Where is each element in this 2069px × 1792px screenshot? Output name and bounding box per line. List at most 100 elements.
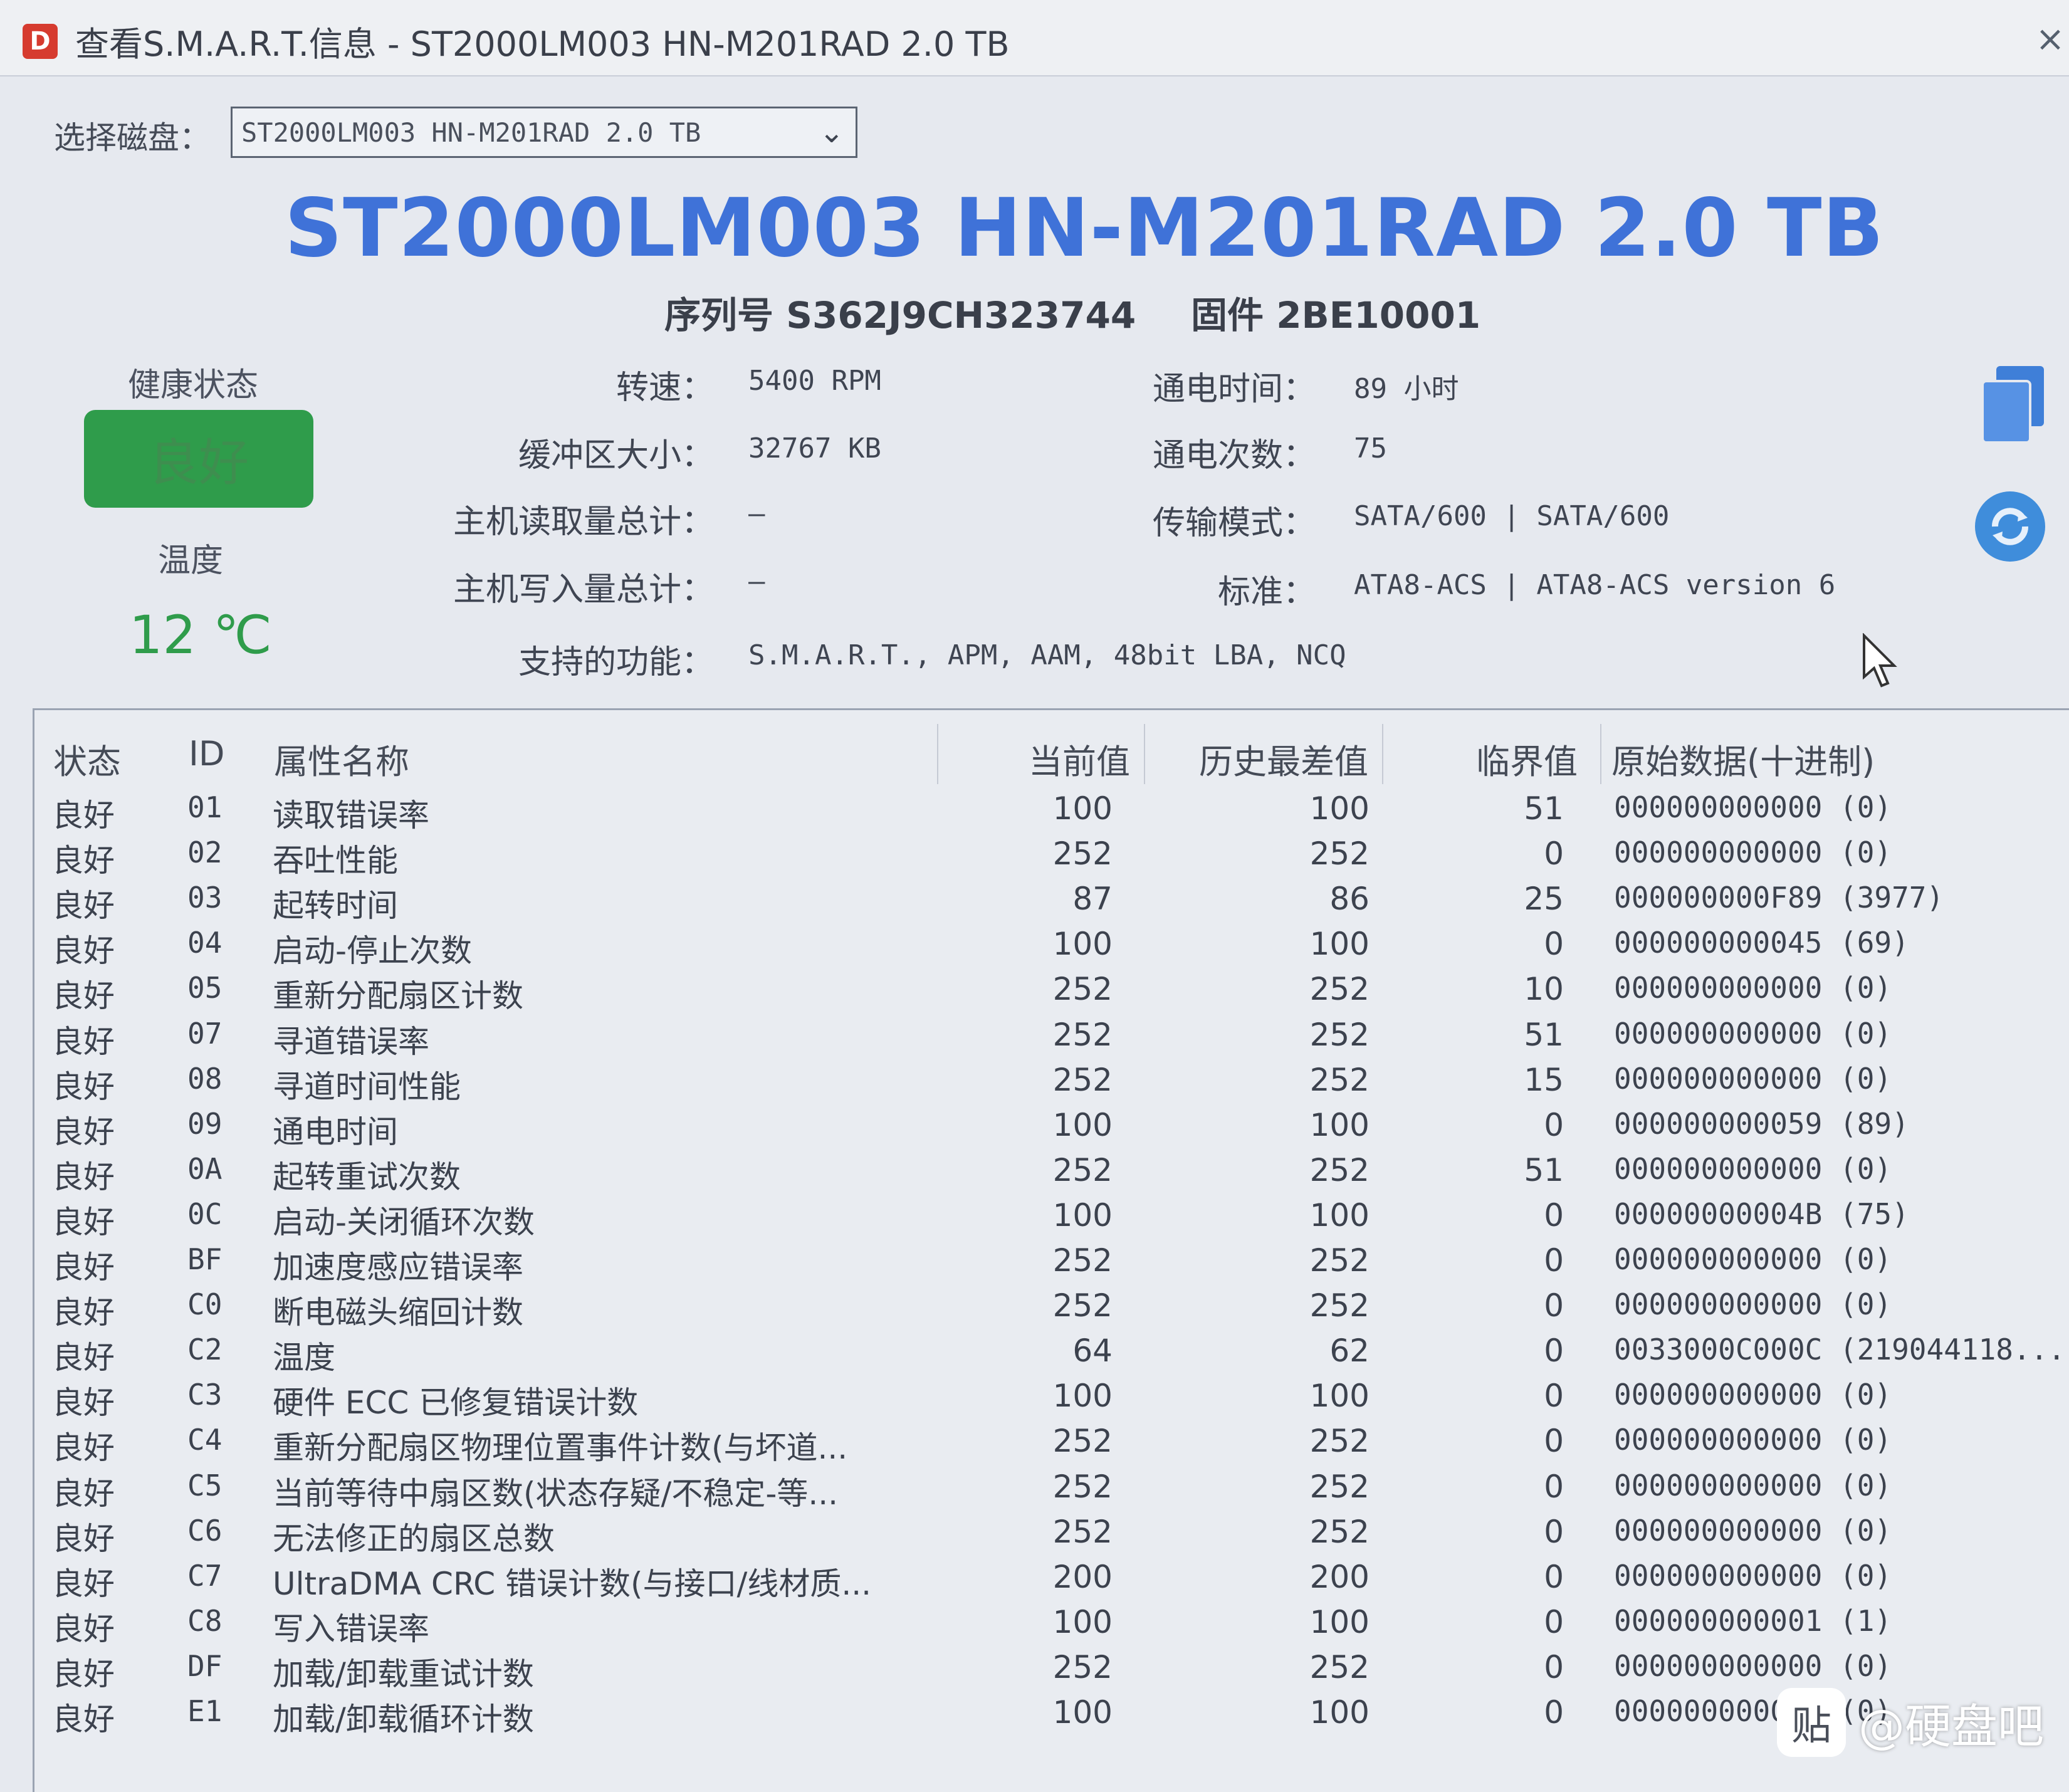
cell-name: 吞吐性能 bbox=[273, 842, 398, 879]
cell-threshold: 51 bbox=[1524, 1016, 1564, 1053]
cell-threshold: 10 bbox=[1524, 971, 1564, 1008]
column-divider bbox=[937, 724, 938, 784]
window-title: 查看S.M.A.R.T.信息 - ST2000LM003 HN-M201RAD … bbox=[75, 24, 1010, 64]
col-header-status[interactable]: 状态 bbox=[53, 734, 121, 783]
close-button[interactable]: × bbox=[2031, 19, 2069, 60]
cell-worst: 252 bbox=[1309, 1287, 1370, 1324]
mouse-cursor-icon bbox=[1863, 633, 1897, 688]
chevron-down-icon[interactable]: ⌄ bbox=[819, 115, 844, 150]
table-row[interactable]: 良好 0A 起转重试次数 252 252 51 000000000000 (0) bbox=[34, 1152, 2069, 1197]
refresh-icon[interactable] bbox=[1972, 489, 2048, 564]
table-row[interactable]: 良好 C6 无法修正的扇区总数 252 252 0 000000000000 (0) bbox=[34, 1514, 2069, 1559]
cell-status: 良好 bbox=[52, 1113, 115, 1150]
cell-current: 87 bbox=[1072, 881, 1113, 918]
cell-id: C4 bbox=[187, 1423, 223, 1457]
table-row[interactable]: 良好 C0 断电磁头缩回计数 252 252 0 000000000000 (0) bbox=[34, 1287, 2069, 1333]
column-divider bbox=[1600, 724, 1601, 784]
cell-id: 0A bbox=[187, 1151, 223, 1186]
cell-name: 加载/卸载重试计数 bbox=[273, 1655, 534, 1692]
cell-worst: 100 bbox=[1309, 1106, 1370, 1143]
cell-status: 良好 bbox=[52, 978, 115, 1015]
table-row[interactable]: 良好 E1 加载/卸载循环计数 100 100 0 000000000000 (0) bbox=[34, 1694, 2069, 1739]
cell-raw: 000000000059 (89) bbox=[1614, 1106, 1909, 1141]
app-icon: D bbox=[23, 24, 58, 59]
table-row[interactable]: 良好 C4 重新分配扇区物理位置事件计数(与坏道... 252 252 0 00000000… bbox=[34, 1423, 2069, 1468]
disk-select-dropdown[interactable]: ST2000LM003 HN-M201RAD 2.0 TB ⌄ bbox=[231, 107, 857, 158]
col-header-threshold[interactable]: 临界值 bbox=[1476, 734, 1578, 783]
table-row[interactable]: 良好 08 寻道时间性能 252 252 15 000000000000 (0) bbox=[34, 1062, 2069, 1107]
table-row[interactable]: 良好 05 重新分配扇区计数 252 252 10 000000000000 (0) bbox=[34, 971, 2069, 1016]
table-row[interactable]: 良好 0C 启动-关闭循环次数 100 100 0 00000000004B (75) bbox=[34, 1197, 2069, 1242]
cell-threshold: 0 bbox=[1544, 1242, 1564, 1279]
rpm-value: 5400 RPM bbox=[748, 365, 881, 397]
cell-current: 100 bbox=[1052, 1378, 1113, 1415]
cell-name: 寻道错误率 bbox=[273, 1023, 429, 1060]
cell-status: 良好 bbox=[52, 1203, 115, 1240]
table-row[interactable]: 良好 07 寻道错误率 252 252 51 000000000000 (0) bbox=[34, 1017, 2069, 1062]
cell-name: 温度 bbox=[273, 1339, 335, 1376]
table-row[interactable]: 良好 C2 温度 64 62 0 0033000C000C (219044118... bbox=[34, 1333, 2069, 1378]
health-status-badge: 良好 bbox=[84, 410, 313, 508]
cell-name: 起转时间 bbox=[273, 888, 398, 925]
cell-threshold: 0 bbox=[1544, 1648, 1564, 1685]
table-row[interactable]: 良好 C5 当前等待中扇区数(状态存疑/不稳定-等... 252 252 0 0000000… bbox=[34, 1469, 2069, 1514]
cell-worst: 252 bbox=[1309, 1468, 1370, 1505]
cell-id: 0C bbox=[187, 1197, 223, 1231]
cell-worst: 252 bbox=[1309, 1061, 1370, 1098]
table-row[interactable]: 良好 C3 硬件 ECC 已修复错误计数 100 100 0 000000000000 (0… bbox=[34, 1378, 2069, 1423]
health-status-label: 健康状态 bbox=[128, 367, 259, 404]
cell-name: 启动-停止次数 bbox=[273, 933, 473, 970]
table-row[interactable]: 良好 C7 UltraDMA CRC 错误计数(与接口/线材质... 200 200 0 0… bbox=[34, 1559, 2069, 1604]
cell-raw: 000000000F89 (3977) bbox=[1614, 881, 1944, 915]
col-header-worst[interactable]: 历史最差值 bbox=[1199, 734, 1368, 783]
cell-worst: 100 bbox=[1309, 1378, 1370, 1415]
cell-worst: 252 bbox=[1309, 1423, 1370, 1460]
cell-raw: 000000000000 (0) bbox=[1614, 1242, 1892, 1276]
disk-selector-row: 选择磁盘： ST2000LM003 HN-M201RAD 2.0 TB ⌄ bbox=[54, 107, 857, 158]
cell-current: 252 bbox=[1052, 971, 1113, 1008]
cell-worst: 252 bbox=[1309, 1151, 1370, 1188]
cell-current: 252 bbox=[1052, 1648, 1113, 1685]
cell-threshold: 0 bbox=[1544, 1106, 1564, 1143]
firmware-version: 固件 2BE10001 bbox=[1191, 294, 1481, 337]
cell-name: 当前等待中扇区数(状态存疑/不稳定-等... bbox=[273, 1475, 839, 1512]
cell-raw: 000000000000 (0) bbox=[1614, 1016, 1892, 1051]
features-value: S.M.A.R.T., APM, AAM, 48bit LBA, NCQ bbox=[748, 639, 1346, 671]
host-read-label: 主机读取量总计： bbox=[453, 503, 714, 541]
cell-status: 良好 bbox=[52, 1701, 115, 1737]
table-row[interactable]: 良好 DF 加载/卸载重试计数 252 252 0 000000000000 (0) bbox=[34, 1649, 2069, 1694]
cell-name: 寻道时间性能 bbox=[273, 1068, 461, 1105]
cell-current: 100 bbox=[1052, 1106, 1113, 1143]
col-header-raw[interactable]: 原始数据(十进制) bbox=[1611, 734, 1875, 783]
cell-worst: 252 bbox=[1309, 1242, 1370, 1279]
cell-raw: 000000000001 (1) bbox=[1614, 1603, 1892, 1638]
table-row[interactable]: 良好 04 启动-停止次数 100 100 0 000000000045 (69) bbox=[34, 926, 2069, 971]
cell-raw: 000000000000 (0) bbox=[1614, 1151, 1892, 1186]
table-row[interactable]: 良好 02 吞吐性能 252 252 0 000000000000 (0) bbox=[34, 836, 2069, 881]
table-row[interactable]: 良好 BF 加速度感应错误率 252 252 0 000000000000 (0) bbox=[34, 1242, 2069, 1287]
cell-name: 加载/卸载循环计数 bbox=[273, 1701, 534, 1737]
cell-status: 良好 bbox=[52, 842, 115, 879]
cell-raw: 000000000000 (0) bbox=[1614, 1061, 1892, 1096]
col-header-id[interactable]: ID bbox=[189, 734, 225, 773]
power-on-hours-label: 通电时间： bbox=[1152, 370, 1316, 408]
table-row[interactable]: 良好 09 通电时间 100 100 0 000000000059 (89) bbox=[34, 1107, 2069, 1152]
cell-id: 02 bbox=[187, 836, 223, 870]
cell-status: 良好 bbox=[52, 1655, 115, 1692]
table-row[interactable]: 良好 03 起转时间 87 86 25 000000000F89 (3977) bbox=[34, 881, 2069, 926]
cell-current: 252 bbox=[1052, 1242, 1113, 1279]
features-label: 支持的功能： bbox=[518, 644, 714, 681]
table-row[interactable]: 良好 C8 写入错误率 100 100 0 000000000001 (1) bbox=[34, 1604, 2069, 1649]
copy-icon[interactable] bbox=[1979, 364, 2048, 445]
cell-threshold: 0 bbox=[1544, 1468, 1564, 1505]
table-row[interactable]: 良好 01 读取错误率 100 100 51 000000000000 (0) bbox=[34, 790, 2069, 836]
cell-raw: 000000000000 (0) bbox=[1614, 790, 1892, 824]
col-header-name[interactable]: 属性名称 bbox=[274, 734, 409, 783]
col-header-current[interactable]: 当前值 bbox=[1029, 734, 1130, 783]
cell-current: 100 bbox=[1052, 1197, 1113, 1234]
cell-status: 良好 bbox=[52, 1023, 115, 1060]
cell-status: 良好 bbox=[52, 1430, 115, 1467]
temperature-value: 12 ℃ bbox=[129, 604, 272, 666]
cell-id: C7 bbox=[187, 1558, 223, 1593]
cell-status: 良好 bbox=[52, 1339, 115, 1376]
